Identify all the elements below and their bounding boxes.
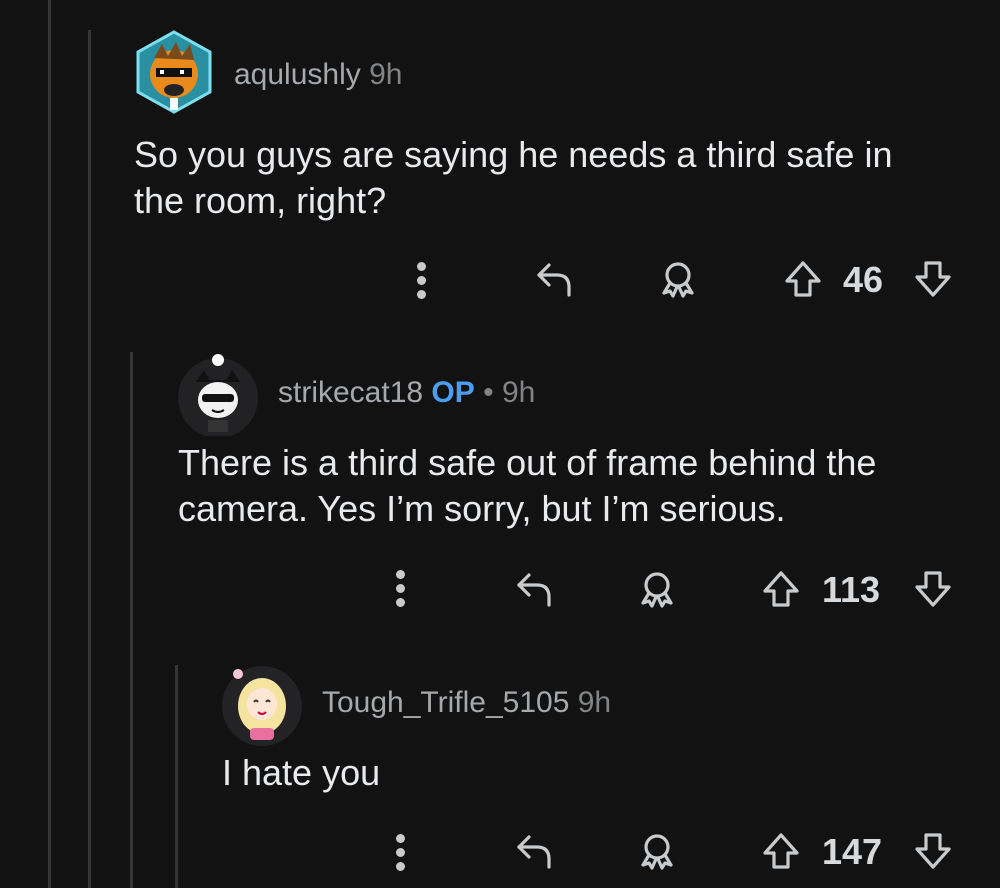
separator-dot: • <box>483 376 494 409</box>
more-options-icon[interactable] <box>417 262 427 304</box>
upvote-arrow-icon[interactable] <box>758 566 804 612</box>
thread-line-depth-1[interactable] <box>48 0 51 888</box>
comment-text-line: the room, right? <box>134 180 387 221</box>
downvote-arrow-icon[interactable] <box>910 256 956 302</box>
comment-text-line: There is a third safe out of frame behin… <box>178 442 877 483</box>
comment-meta: Tough_Trifle_5105 9h <box>322 686 611 720</box>
comment-text-line: camera. Yes I’m sorry, but I’m serious. <box>178 488 786 529</box>
vote-score: 46 <box>843 259 884 300</box>
upvote-arrow-icon[interactable] <box>780 256 826 302</box>
reply-icon[interactable] <box>532 256 578 302</box>
op-badge: OP <box>431 376 475 409</box>
avatar-image <box>222 666 302 746</box>
avatar[interactable] <box>220 662 304 746</box>
avatar[interactable] <box>176 352 260 438</box>
vote-score: 113 <box>822 569 881 610</box>
comment-body: There is a third safe out of frame behin… <box>178 440 876 532</box>
avatar-image <box>136 30 212 114</box>
upvote-arrow-icon[interactable] <box>758 828 804 874</box>
more-options-icon[interactable] <box>396 570 406 612</box>
comment-text-line: So you guys are saying he needs a third … <box>134 134 893 175</box>
vote-score: 147 <box>822 831 883 872</box>
avatar-image <box>178 354 258 438</box>
avatar[interactable] <box>132 30 216 114</box>
username[interactable]: strikecat18 <box>278 376 423 409</box>
thread-line-depth-3[interactable] <box>130 352 133 888</box>
reply-icon[interactable] <box>512 828 558 874</box>
comment-body: I hate you <box>222 750 380 796</box>
comment-meta: aqulushly 9h <box>234 58 402 92</box>
more-options-icon[interactable] <box>396 834 406 876</box>
award-icon[interactable] <box>634 828 680 874</box>
downvote-arrow-icon[interactable] <box>910 566 956 612</box>
thread-line-depth-4[interactable] <box>175 665 178 888</box>
timestamp: 9h <box>369 58 403 91</box>
comment-meta: strikecat18 OP • 9h <box>278 376 535 410</box>
timestamp: 9h <box>501 376 536 409</box>
username[interactable]: Tough_Trifle_5105 <box>322 686 569 719</box>
timestamp: 9h <box>577 686 612 719</box>
downvote-arrow-icon[interactable] <box>910 828 956 874</box>
award-icon[interactable] <box>655 256 701 302</box>
award-icon[interactable] <box>634 566 680 612</box>
thread-line-depth-2[interactable] <box>88 30 91 888</box>
comment-body: So you guys are saying he needs a third … <box>134 132 892 224</box>
username[interactable]: aqulushly <box>234 58 361 91</box>
comment-text-line: I hate you <box>222 752 381 793</box>
reply-icon[interactable] <box>512 566 558 612</box>
